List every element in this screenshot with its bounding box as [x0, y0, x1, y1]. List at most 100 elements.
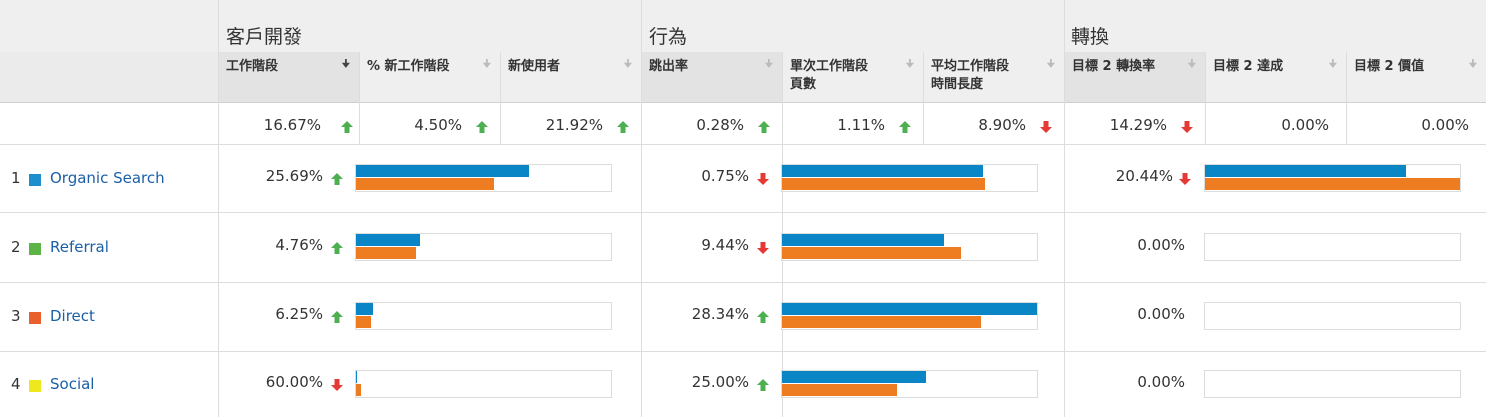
total-bounce-up-arrow-icon	[758, 121, 770, 133]
total-value: 16.67%	[263, 116, 321, 134]
total-sessions-up-arrow-icon	[341, 121, 353, 133]
sort-icon: 🠋	[1468, 59, 1477, 70]
row-number: 4	[11, 375, 21, 393]
goal2-completions-bar-chart	[1204, 370, 1461, 398]
column-header-label: 目標 2 達成	[1213, 59, 1284, 74]
bounce-up-arrow-icon	[757, 311, 769, 323]
bar-current-period	[356, 371, 357, 383]
sort-icon: 🠋	[905, 59, 914, 70]
channel-color-swatch	[29, 243, 41, 255]
column-header-label-line1: 單次工作階段	[790, 59, 869, 74]
channel-link-organic-search[interactable]: Organic Search	[50, 169, 165, 187]
column-header-label: 目標 2 轉換率	[1072, 59, 1156, 74]
goal2-rate-value: 0.00%	[1137, 305, 1185, 323]
divider	[359, 52, 360, 145]
goal2-completions-bar-chart	[1204, 302, 1461, 330]
column-header-label: % 新工作階段	[367, 59, 450, 74]
total-goal2-completions: 0.00%	[1206, 104, 1346, 146]
row-number: 1	[11, 169, 21, 187]
channel-link-direct[interactable]: Direct	[50, 307, 95, 325]
total-value: 14.29%	[1109, 116, 1167, 134]
channel-color-swatch	[29, 380, 41, 392]
bar-current-period	[356, 165, 529, 177]
sessions-down-arrow-icon	[331, 379, 343, 391]
bar-current-period	[782, 165, 983, 177]
goal-down-arrow-icon	[1179, 173, 1191, 185]
divider	[1346, 52, 1347, 145]
bar-current-period	[1205, 165, 1406, 177]
sessions-up-arrow-icon	[331, 173, 343, 185]
bar-current-period	[782, 371, 926, 383]
bar-previous-period	[782, 178, 985, 190]
total-value: 0.00%	[1421, 116, 1469, 134]
column-header-new-users[interactable]: 新使用者 🠋	[501, 52, 641, 102]
column-header-pages-per-session[interactable]: 單次工作階段 頁數 🠋	[783, 52, 923, 102]
column-header-avg-duration[interactable]: 平均工作階段 時間長度 🠋	[924, 52, 1064, 102]
column-header-label-line2: 頁數	[790, 77, 817, 92]
total-value: 21.92%	[545, 116, 603, 134]
total-value: 1.11%	[837, 116, 885, 134]
goal2-rate-value: 0.00%	[1137, 373, 1185, 391]
row-number: 3	[11, 307, 21, 325]
sort-icon: 🠋	[482, 59, 491, 70]
column-header-new-sessions[interactable]: % 新工作階段 🠋	[360, 52, 500, 102]
header-dimension-cell	[0, 52, 219, 102]
bar-previous-period	[782, 316, 981, 328]
channel-color-swatch	[29, 174, 41, 186]
channel-color-swatch	[29, 312, 41, 324]
total-value: 0.00%	[1281, 116, 1329, 134]
bounce-up-arrow-icon	[757, 379, 769, 391]
bar-current-period	[782, 303, 1037, 315]
total-value: 8.90%	[978, 116, 1026, 134]
bar-previous-period	[356, 316, 371, 328]
sessions-value: 4.76%	[275, 236, 323, 254]
column-header-label: 新使用者	[508, 59, 561, 74]
bounce-rate-value: 25.00%	[691, 373, 749, 391]
sort-desc-icon: 🠋	[341, 59, 350, 70]
sessions-value: 25.69%	[265, 167, 323, 185]
bounce-down-arrow-icon	[757, 242, 769, 254]
column-header-label-line2: 時間長度	[931, 77, 984, 92]
total-new-sessions-up-arrow-icon	[476, 121, 488, 133]
column-header-goal2-completions[interactable]: 目標 2 達成 🠋	[1206, 52, 1346, 102]
channel-link-referral[interactable]: Referral	[50, 238, 109, 256]
divider	[0, 102, 1486, 103]
bar-previous-period	[782, 384, 897, 396]
sort-icon: 🠋	[1046, 59, 1055, 70]
column-header-goal2-rate[interactable]: 目標 2 轉換率 🠋	[1065, 52, 1205, 102]
total-duration-down-arrow-icon	[1040, 121, 1052, 133]
divider	[500, 52, 501, 145]
bar-current-period	[356, 234, 420, 246]
bounce-down-arrow-icon	[757, 173, 769, 185]
sort-icon: 🠋	[1328, 59, 1337, 70]
bar-previous-period	[356, 247, 416, 259]
column-header-label: 工作階段	[226, 59, 279, 74]
total-goal2-value: 0.00%	[1347, 104, 1486, 146]
total-value: 4.50%	[414, 116, 462, 134]
divider	[923, 52, 924, 145]
channel-link-social[interactable]: Social	[50, 375, 94, 393]
bar-previous-period	[1205, 178, 1460, 190]
sessions-up-arrow-icon	[331, 242, 343, 254]
column-header-label: 目標 2 價值	[1354, 59, 1425, 74]
sessions-value: 60.00%	[265, 373, 323, 391]
total-pages-up-arrow-icon	[899, 121, 911, 133]
sort-icon: 🠋	[623, 59, 632, 70]
column-header-label-line1: 平均工作階段	[931, 59, 1010, 74]
sort-icon: 🠋	[1187, 59, 1196, 70]
sessions-up-arrow-icon	[331, 311, 343, 323]
total-value: 0.28%	[696, 116, 744, 134]
goal2-rate-value: 0.00%	[1137, 236, 1185, 254]
bar-current-period	[782, 234, 944, 246]
column-header-goal2-value[interactable]: 目標 2 價值 🠋	[1347, 52, 1486, 102]
bounce-rate-value: 0.75%	[701, 167, 749, 185]
row-number: 2	[11, 238, 21, 256]
column-header-sessions[interactable]: 工作階段 🠋	[219, 52, 359, 102]
bar-current-period	[356, 303, 373, 315]
bounce-rate-value: 28.34%	[691, 305, 749, 323]
sort-icon: 🠋	[764, 59, 773, 70]
bar-previous-period	[356, 384, 361, 396]
bar-previous-period	[782, 247, 961, 259]
column-header-bounce-rate[interactable]: 跳出率 🠋	[642, 52, 782, 102]
total-goal-rate-down-arrow-icon	[1181, 121, 1193, 133]
